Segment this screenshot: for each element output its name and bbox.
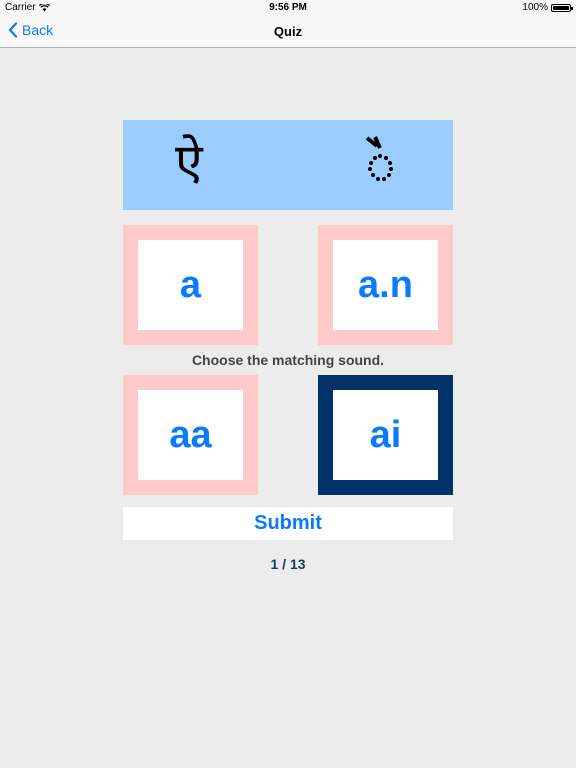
choice-option-a[interactable]: a — [123, 225, 258, 345]
battery-percent: 100% — [522, 2, 548, 13]
navigation-bar: Back Quiz — [0, 16, 576, 48]
battery-icon — [551, 3, 573, 12]
choice-option-an[interactable]: a.n — [318, 225, 453, 345]
instruction-text: Choose the matching sound. — [191, 352, 385, 368]
submit-button[interactable]: Submit — [123, 507, 453, 540]
prompt-panel: ऐ — [123, 120, 453, 210]
page-title: Quiz — [273, 24, 303, 39]
choice-label: a — [138, 240, 243, 330]
choice-label: aa — [138, 390, 243, 480]
choice-label: ai — [333, 390, 438, 480]
progress-counter: 1 / 13 — [270, 556, 306, 572]
choice-option-aa[interactable]: aa — [123, 375, 258, 495]
choice-label: a.n — [333, 240, 438, 330]
battery-indicator: 100% — [522, 2, 573, 13]
script-glyph-icon — [361, 134, 397, 189]
choice-option-ai[interactable]: ai — [318, 375, 453, 495]
status-bar: Carrier 9:56 PM 100% — [0, 0, 576, 16]
status-time: 9:56 PM — [269, 2, 307, 13]
devanagari-letter: ऐ — [175, 133, 203, 191]
